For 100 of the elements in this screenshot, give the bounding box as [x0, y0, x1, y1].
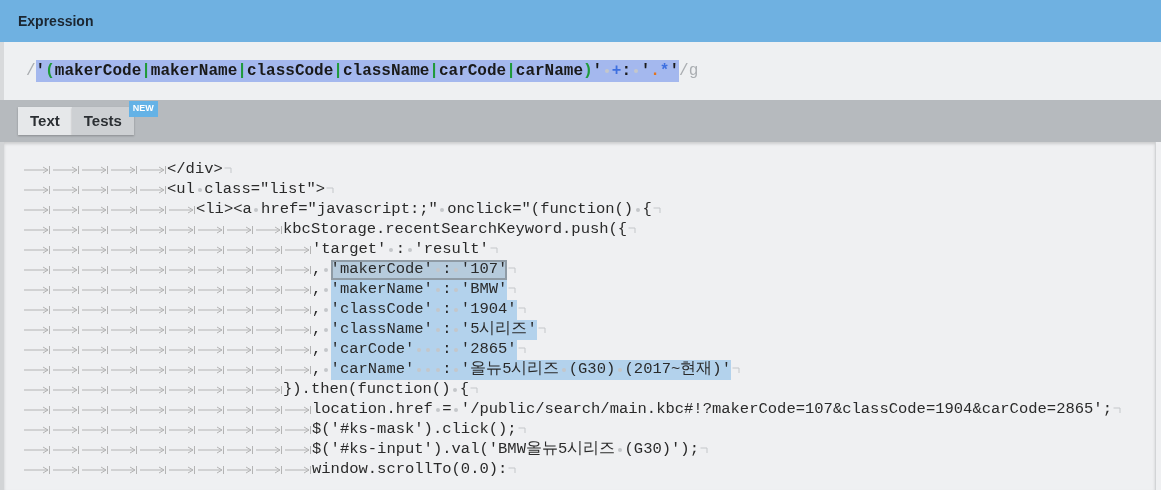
code-text: , [312, 339, 322, 361]
space-marker-icon [407, 248, 412, 252]
tab-arrow-icon [138, 245, 167, 255]
tab-arrow-icon [51, 325, 80, 335]
code-text: 'classCode' [330, 299, 433, 321]
line-end-icon [508, 266, 517, 274]
tab-arrow-icon [22, 265, 51, 275]
code-text: class="list"> [204, 179, 326, 201]
tab-arrow-icon [196, 285, 225, 295]
code-text: </div> [167, 159, 223, 181]
regex-token: | [141, 61, 151, 82]
tab-arrow-icon [225, 365, 254, 375]
tab-arrow-icon [196, 265, 225, 275]
tab-arrow-icon [167, 385, 196, 395]
tab-arrow-icon [196, 425, 225, 435]
tab[interactable]: Text [18, 107, 72, 135]
code-text: { [642, 199, 652, 221]
tab-arrow-icon [109, 265, 138, 275]
space-marker-icon [323, 308, 328, 312]
match-highlight[interactable]: 'classCode' : '1904' [330, 300, 517, 320]
tab-arrow-icon [283, 445, 312, 455]
regex-token: ' [669, 61, 680, 82]
tab-arrow-icon [80, 265, 109, 275]
tab-arrow-icon [254, 365, 283, 375]
tab-arrow-icon [22, 345, 51, 355]
line-end-icon [508, 286, 517, 294]
match-highlight[interactable]: 'className' : '5시리즈' [330, 320, 537, 340]
tab-arrow-icon [254, 245, 283, 255]
code-text: : [442, 259, 452, 281]
tab-arrow-icon [283, 405, 312, 415]
tab-arrow-icon [109, 205, 138, 215]
tab-arrow-icon [80, 245, 109, 255]
tab-arrow-icon [254, 265, 283, 275]
regex-token: | [333, 61, 343, 82]
tab-arrow-icon [80, 165, 109, 175]
regex-token: makerCode [54, 61, 142, 82]
tab-arrow-icon [254, 445, 283, 455]
line-end-icon [628, 226, 637, 234]
tab-arrow-icon [254, 385, 283, 395]
code-text: : [442, 359, 452, 381]
tab-arrow-icon [138, 205, 167, 215]
regex-token: ( [45, 61, 55, 82]
match-highlight[interactable]: 'carName' : '올뉴5시리즈 (G30) (2017~현재)' [330, 360, 731, 380]
tab-arrow-icon [254, 345, 283, 355]
tab[interactable]: Tests [71, 107, 134, 135]
tab-arrow-icon [80, 365, 109, 375]
code-text: 'makerName' [330, 279, 433, 301]
tab-arrow-icon [22, 405, 51, 415]
code-text: <ul [167, 179, 195, 201]
tab-arrow-icon [51, 165, 80, 175]
tab-arrow-icon [196, 445, 225, 455]
tab-arrow-icon [138, 305, 167, 315]
code-text: : [395, 239, 406, 261]
space-marker-icon [323, 348, 328, 352]
tab-arrow-icon [138, 265, 167, 275]
text-editor[interactable] [0, 142, 1156, 490]
tab-arrow-icon [109, 425, 138, 435]
tab-arrow-icon [196, 305, 225, 315]
tab-arrow-icon [225, 425, 254, 435]
space-marker-icon [389, 248, 394, 252]
tab-arrow-icon [22, 305, 51, 315]
tab-arrow-icon [51, 245, 80, 255]
space-marker-icon [197, 188, 202, 192]
tab-arrow-icon [109, 445, 138, 455]
code-text: , [312, 359, 322, 381]
tab-arrow-icon [254, 405, 283, 415]
code-text: = [442, 399, 452, 421]
tab-arrow-icon [225, 345, 254, 355]
code-text: : [442, 319, 452, 341]
tab-arrow-icon [109, 185, 138, 195]
regex-token: makerName [150, 61, 238, 82]
line-end-icon [1112, 406, 1121, 414]
space-marker-icon [635, 208, 640, 212]
line-end-icon [489, 246, 498, 254]
code-text: '107' [460, 259, 508, 281]
regex-token: ' [35, 61, 46, 82]
line-end-icon [652, 206, 661, 214]
regex-token: * [659, 61, 670, 82]
code-text: (G30)'); [624, 439, 699, 461]
tab-arrow-icon [225, 305, 254, 315]
tab-arrow-icon [138, 365, 167, 375]
space-marker-icon [435, 408, 440, 412]
tab-arrow-icon [22, 245, 51, 255]
match-highlight[interactable]: 'carCode' : '2865' [330, 340, 517, 360]
regex-token: | [506, 61, 516, 82]
regex-token: | [429, 61, 439, 82]
tab-arrow-icon [109, 385, 138, 395]
tab-arrow-icon [51, 365, 80, 375]
match-highlight[interactable]: 'makerName' : 'BMW' [330, 280, 508, 300]
new-badge: NEW [128, 101, 158, 117]
code-text: href="javascript:;" [261, 199, 438, 221]
code-text: window.scrollTo(0.0): [312, 459, 508, 481]
tab-arrow-icon [80, 185, 109, 195]
tab-arrow-icon [109, 365, 138, 375]
code-text: 'result' [414, 239, 489, 261]
tab-arrow-icon [80, 305, 109, 315]
tab-arrow-icon [80, 425, 109, 435]
tab-arrow-icon [225, 405, 254, 415]
line-end-icon [731, 366, 740, 374]
match-highlight[interactable]: 'makerCode' : '107' [330, 260, 508, 280]
